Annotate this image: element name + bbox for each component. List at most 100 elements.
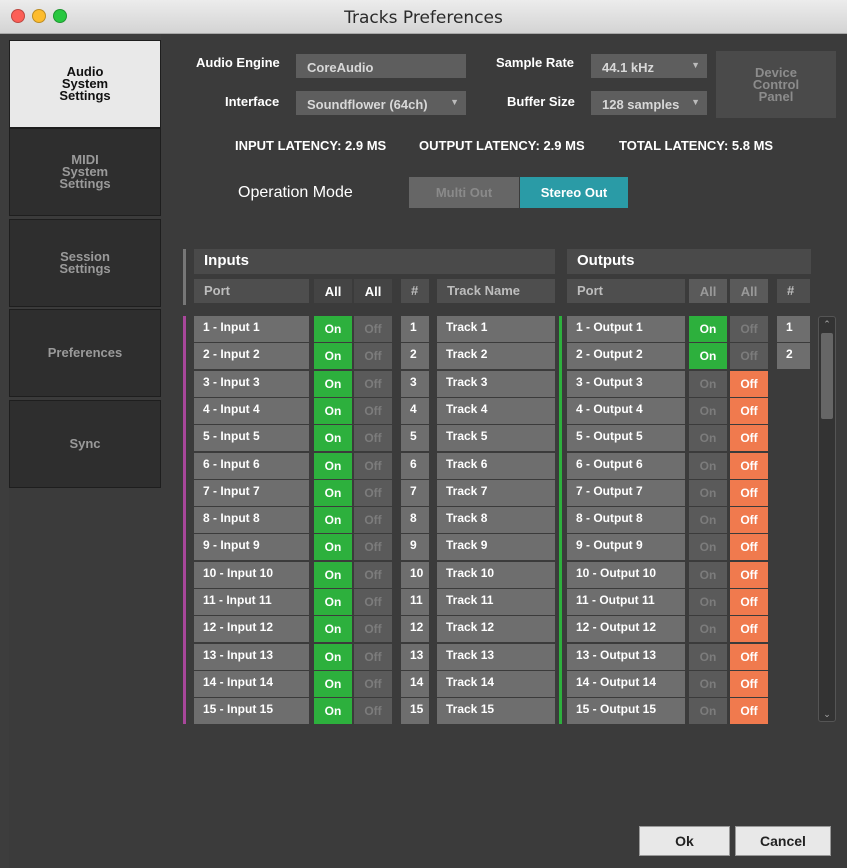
output-on-toggle[interactable]: On — [689, 398, 727, 424]
input-on-toggle[interactable]: On — [314, 589, 352, 615]
sample-rate-select[interactable]: 44.1 kHz ▼ — [591, 54, 707, 78]
buffer-size-select[interactable]: 128 samples ▼ — [591, 91, 707, 115]
output-on-toggle[interactable]: On — [689, 371, 727, 397]
input-on-toggle[interactable]: On — [314, 316, 352, 342]
scroll-down-icon[interactable]: ⌄ — [821, 708, 833, 720]
output-off-toggle[interactable]: Off — [730, 398, 768, 424]
sidebar: Audio System Settings MIDI System Settin… — [9, 40, 161, 868]
input-off-toggle[interactable]: Off — [354, 453, 392, 479]
output-on-toggle[interactable]: On — [689, 671, 727, 697]
stereo-out-button[interactable]: Stereo Out — [520, 177, 628, 208]
output-off-toggle[interactable]: Off — [730, 616, 768, 642]
input-on-toggle[interactable]: On — [314, 453, 352, 479]
input-track-name: Track 3 — [437, 371, 555, 397]
input-on-toggle[interactable]: On — [314, 371, 352, 397]
scrollbar[interactable]: ⌃ ⌄ — [818, 316, 836, 722]
outputs-all-on-button[interactable]: All — [689, 279, 727, 303]
sample-rate-value: 44.1 kHz — [602, 60, 655, 75]
output-off-toggle[interactable]: Off — [730, 480, 768, 506]
sidebar-item-sync[interactable]: Sync — [9, 400, 161, 488]
input-off-toggle[interactable]: Off — [354, 589, 392, 615]
input-on-toggle[interactable]: On — [314, 480, 352, 506]
output-off-toggle[interactable]: Off — [730, 589, 768, 615]
output-on-toggle[interactable]: On — [689, 425, 727, 451]
input-port-cell: 15 - Input 15 — [194, 698, 309, 724]
input-on-toggle[interactable]: On — [314, 562, 352, 588]
output-on-toggle[interactable]: On — [689, 507, 727, 533]
output-on-toggle[interactable]: On — [689, 698, 727, 724]
output-off-toggle[interactable]: Off — [730, 507, 768, 533]
input-on-toggle[interactable]: On — [314, 644, 352, 670]
input-on-toggle[interactable]: On — [314, 534, 352, 560]
inputs-all-on-button[interactable]: All — [314, 279, 352, 303]
input-off-toggle[interactable]: Off — [354, 480, 392, 506]
output-on-toggle[interactable]: On — [689, 616, 727, 642]
input-port-cell: 13 - Input 13 — [194, 644, 309, 670]
window-title: Tracks Preferences — [344, 8, 503, 28]
input-port-cell: 14 - Input 14 — [194, 671, 309, 697]
input-off-toggle[interactable]: Off — [354, 398, 392, 424]
output-off-toggle[interactable]: Off — [730, 453, 768, 479]
input-off-toggle[interactable]: Off — [354, 616, 392, 642]
input-on-toggle[interactable]: On — [314, 425, 352, 451]
input-on-toggle[interactable]: On — [314, 616, 352, 642]
output-on-toggle[interactable]: On — [689, 644, 727, 670]
input-on-toggle[interactable]: On — [314, 698, 352, 724]
output-on-toggle[interactable]: On — [689, 562, 727, 588]
output-off-toggle[interactable]: Off — [730, 534, 768, 560]
output-on-toggle[interactable]: On — [689, 316, 727, 342]
outputs-color-bar — [559, 316, 562, 724]
output-off-toggle[interactable]: Off — [730, 343, 768, 369]
input-off-toggle[interactable]: Off — [354, 316, 392, 342]
output-off-toggle[interactable]: Off — [730, 371, 768, 397]
output-off-toggle[interactable]: Off — [730, 425, 768, 451]
input-on-toggle[interactable]: On — [314, 507, 352, 533]
sidebar-item-preferences[interactable]: Preferences — [9, 309, 161, 397]
scrollbar-thumb[interactable] — [821, 333, 833, 419]
cancel-button[interactable]: Cancel — [735, 826, 831, 856]
input-track-number: 12 — [401, 616, 429, 642]
input-off-toggle[interactable]: Off — [354, 425, 392, 451]
sidebar-item-midi-system-settings[interactable]: MIDI System Settings — [9, 128, 161, 216]
input-off-toggle[interactable]: Off — [354, 534, 392, 560]
input-on-toggle[interactable]: On — [314, 398, 352, 424]
input-track-number: 6 — [401, 453, 429, 479]
input-off-toggle[interactable]: Off — [354, 698, 392, 724]
input-on-toggle[interactable]: On — [314, 343, 352, 369]
output-off-toggle[interactable]: Off — [730, 671, 768, 697]
inputs-all-off-button[interactable]: All — [354, 279, 392, 303]
output-off-toggle[interactable]: Off — [730, 698, 768, 724]
output-port-cell: 15 - Output 15 — [567, 698, 685, 724]
interface-value: Soundflower (64ch) — [307, 97, 428, 112]
ok-button[interactable]: Ok — [639, 826, 730, 856]
input-track-name: Track 6 — [437, 453, 555, 479]
input-off-toggle[interactable]: Off — [354, 644, 392, 670]
input-port-cell: 10 - Input 10 — [194, 562, 309, 588]
interface-select[interactable]: Soundflower (64ch) ▼ — [296, 91, 466, 115]
multi-out-button[interactable]: Multi Out — [409, 177, 519, 208]
output-on-toggle[interactable]: On — [689, 589, 727, 615]
input-track-name: Track 1 — [437, 316, 555, 342]
output-off-toggle[interactable]: Off — [730, 644, 768, 670]
output-on-toggle[interactable]: On — [689, 343, 727, 369]
output-on-toggle[interactable]: On — [689, 453, 727, 479]
input-off-toggle[interactable]: Off — [354, 343, 392, 369]
sidebar-item-audio-system-settings[interactable]: Audio System Settings — [9, 40, 161, 128]
input-off-toggle[interactable]: Off — [354, 371, 392, 397]
output-off-toggle[interactable]: Off — [730, 562, 768, 588]
scroll-up-icon[interactable]: ⌃ — [821, 318, 833, 330]
output-port-cell: 9 - Output 9 — [567, 534, 685, 560]
input-off-toggle[interactable]: Off — [354, 562, 392, 588]
input-on-toggle[interactable]: On — [314, 671, 352, 697]
input-port-cell: 3 - Input 3 — [194, 371, 309, 397]
device-control-panel-button[interactable]: Device Control Panel — [716, 51, 836, 118]
outputs-all-off-button[interactable]: All — [730, 279, 768, 303]
tracks-preferences-window: Tracks Preferences Audio System Settings… — [0, 0, 847, 868]
input-off-toggle[interactable]: Off — [354, 671, 392, 697]
output-off-toggle[interactable]: Off — [730, 316, 768, 342]
sidebar-item-session-settings[interactable]: Session Settings — [9, 219, 161, 307]
output-on-toggle[interactable]: On — [689, 534, 727, 560]
chevron-down-icon: ▼ — [691, 60, 700, 70]
input-off-toggle[interactable]: Off — [354, 507, 392, 533]
output-on-toggle[interactable]: On — [689, 480, 727, 506]
